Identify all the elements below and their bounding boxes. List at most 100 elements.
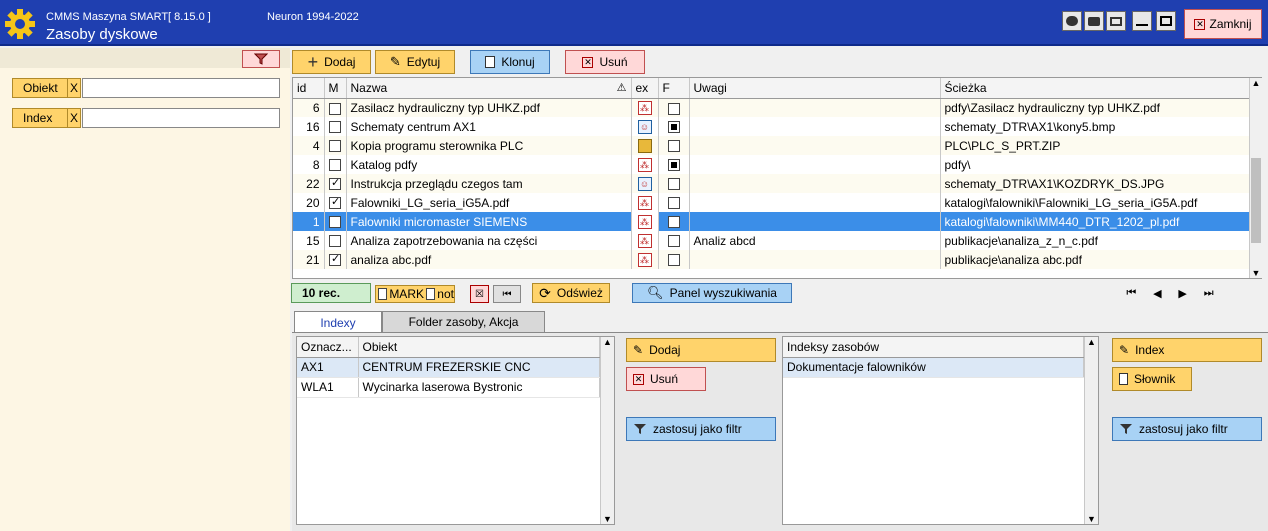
col-header-uwagi[interactable]: Uwagi xyxy=(689,78,941,99)
flag-checkbox[interactable] xyxy=(667,254,680,267)
col-header-nazwa[interactable]: Nazwa ⚠ xyxy=(346,78,632,99)
refresh-button[interactable]: ⟳ Odśwież xyxy=(532,283,610,303)
tab-folder[interactable]: Folder zasoby, Akcja xyxy=(382,311,545,333)
col-header-ex[interactable]: ex xyxy=(631,78,659,99)
table-row[interactable]: 20 Falowniki_LG_seria_iG5A.pdf ⁂ katalogi\f… xyxy=(293,193,1251,212)
tab-indexy[interactable]: Indexy xyxy=(294,311,382,333)
cell-sciezka: schematy_DTR\AX1\KOZDRYK_DS.JPG xyxy=(940,174,1251,193)
cell-ex[interactable]: ☺ xyxy=(631,117,659,136)
flag-checkbox[interactable] xyxy=(667,159,680,172)
table-row[interactable]: 22 Instrukcja przeglądu czegos tam ☺ schema… xyxy=(293,174,1251,193)
cell-ex[interactable]: ⁂ xyxy=(631,193,659,212)
obiekt-input[interactable] xyxy=(82,78,280,98)
flag-checkbox[interactable] xyxy=(667,235,680,248)
index-input[interactable] xyxy=(82,108,280,128)
copyright-label: Neuron 1994-2022 xyxy=(267,11,359,23)
table-row[interactable]: WLA1 Wycinarka laserowa Bystronic xyxy=(297,377,600,398)
close-button[interactable]: ✕ Zamknij xyxy=(1184,9,1262,39)
flag-checkbox[interactable] xyxy=(667,178,680,191)
clear-mark-button[interactable]: ☒ xyxy=(470,285,489,303)
scroll-down-icon[interactable]: ▼ xyxy=(1250,268,1262,278)
cell-ex[interactable] xyxy=(631,136,659,155)
remote-button[interactable] xyxy=(1106,11,1126,31)
mark-checkbox[interactable] xyxy=(329,235,341,248)
scroll-down-icon[interactable]: ▼ xyxy=(601,514,614,524)
cell-sciezka: pdfy\Zasilacz hydrauliczny typ UHKZ.pdf xyxy=(940,98,1251,117)
flag-checkbox[interactable] xyxy=(667,121,680,134)
cell-ex[interactable]: ☺ xyxy=(631,174,659,193)
cell-ex[interactable]: ⁂ xyxy=(631,155,659,174)
cell-ex[interactable]: ⁂ xyxy=(631,231,659,250)
table-row[interactable]: 8 Katalog pdfy ⁂ pdfy\ xyxy=(293,155,1251,174)
last-page-icon[interactable]: ⏭ xyxy=(1204,287,1214,300)
minimize-button[interactable] xyxy=(1132,11,1152,31)
index-clear-button[interactable]: X xyxy=(67,108,81,128)
search-panel-button[interactable]: 🔍︎ Panel wyszukiwania xyxy=(632,283,792,303)
add-object-button[interactable]: ✎ Dodaj xyxy=(626,338,776,362)
cell-ex[interactable]: ⁂ xyxy=(631,250,659,269)
col-header-oznacz[interactable]: Oznacz... xyxy=(297,337,359,358)
table-row[interactable]: AX1 CENTRUM FREZERSKIE CNC xyxy=(297,357,600,378)
flag-checkbox[interactable] xyxy=(667,102,680,115)
delete-button[interactable]: ✕ Usuń xyxy=(565,50,645,74)
scroll-down-icon[interactable]: ▼ xyxy=(1085,514,1098,524)
index-button[interactable]: ✎ Index xyxy=(1112,338,1262,362)
table-row[interactable]: 16 Schematy centrum AX1 ☺ schematy_DTR\AX1\… xyxy=(293,117,1251,136)
scroll-up-icon[interactable]: ▲ xyxy=(1250,78,1262,90)
col-header-sciezka[interactable]: Ścieżka xyxy=(940,78,1251,99)
cell-id: 6 xyxy=(293,98,325,117)
mark-checkbox[interactable] xyxy=(329,195,341,210)
next-page-icon[interactable]: ▶ xyxy=(1178,287,1186,300)
first-page-icon[interactable]: ⏮ xyxy=(1126,287,1136,300)
mark-checkbox[interactable] xyxy=(329,252,341,267)
mark-checkbox[interactable] xyxy=(329,159,341,172)
col-header-indeksy[interactable]: Indeksy zasobów xyxy=(783,337,1084,358)
cell-f xyxy=(658,231,690,250)
table-row[interactable]: 4 Kopia programu sterownika PLC PLC\PLC_S_… xyxy=(293,136,1251,155)
cell-nazwa: Kopia programu sterownika PLC xyxy=(346,136,632,155)
collapse-button[interactable]: ⏮ xyxy=(493,285,521,303)
table-row[interactable]: 6 Zasilacz hydrauliczny typ UHKZ.pdf ⁂ pdfy… xyxy=(293,98,1251,117)
col-header-f[interactable]: F xyxy=(658,78,690,99)
mark-checkbox[interactable] xyxy=(378,288,388,300)
obiekt-clear-button[interactable]: X xyxy=(67,78,81,98)
cell-f xyxy=(658,212,690,231)
objects-scrollbar[interactable]: ▲ ▼ xyxy=(600,337,614,524)
clone-button[interactable]: Klonuj xyxy=(470,50,550,74)
screenshot-button[interactable] xyxy=(1084,11,1104,31)
filter-button[interactable] xyxy=(242,50,280,68)
mark-checkbox[interactable] xyxy=(329,176,341,191)
scroll-thumb[interactable] xyxy=(1251,158,1261,243)
chat-button[interactable] xyxy=(1062,11,1082,31)
prev-page-icon[interactable]: ◀ xyxy=(1153,287,1161,300)
index-scrollbar[interactable]: ▲ ▼ xyxy=(1084,337,1098,524)
mark-checkbox[interactable] xyxy=(329,102,341,115)
flag-checkbox[interactable] xyxy=(667,197,680,210)
add-button[interactable]: + Dodaj xyxy=(292,50,371,74)
mark-checkbox[interactable] xyxy=(329,216,341,229)
delete-label: Usuń xyxy=(599,55,628,69)
col-header-m[interactable]: M xyxy=(324,78,347,99)
cell-ex[interactable]: ⁂ xyxy=(631,98,659,117)
apply-filter-button-index[interactable]: zastosuj jako filtr xyxy=(1112,417,1262,441)
col-header-id[interactable]: id xyxy=(293,78,325,99)
delete-object-button[interactable]: ✕ Usuń xyxy=(626,367,706,391)
apply-filter-button-objects[interactable]: zastosuj jako filtr xyxy=(626,417,776,441)
not-checkbox[interactable] xyxy=(425,288,436,300)
col-header-obiekt[interactable]: Obiekt xyxy=(358,337,600,358)
table-row[interactable]: 1 Falowniki micromaster SIEMENS ⁂ katalogi\… xyxy=(293,212,1251,231)
scroll-up-icon[interactable]: ▲ xyxy=(1085,337,1098,347)
table-row[interactable]: 15 Analiza zapotrzebowania na części ⁂ Anal… xyxy=(293,231,1251,250)
maximize-button[interactable] xyxy=(1156,11,1176,31)
table-scrollbar[interactable]: ▲ ▼ xyxy=(1249,78,1262,278)
mark-checkbox[interactable] xyxy=(329,140,341,153)
scroll-up-icon[interactable]: ▲ xyxy=(601,337,614,347)
table-row[interactable]: 21 analiza abc.pdf ⁂ publikacje\analiza abc… xyxy=(293,250,1251,269)
dictionary-button[interactable]: Słownik xyxy=(1112,367,1192,391)
table-row[interactable]: Dokumentacje falowników xyxy=(783,357,1084,378)
flag-checkbox[interactable] xyxy=(667,216,680,229)
flag-checkbox[interactable] xyxy=(667,140,680,153)
edit-button[interactable]: ✎ Edytuj xyxy=(375,50,455,74)
mark-checkbox[interactable] xyxy=(329,121,341,134)
cell-ex[interactable]: ⁂ xyxy=(631,212,659,231)
